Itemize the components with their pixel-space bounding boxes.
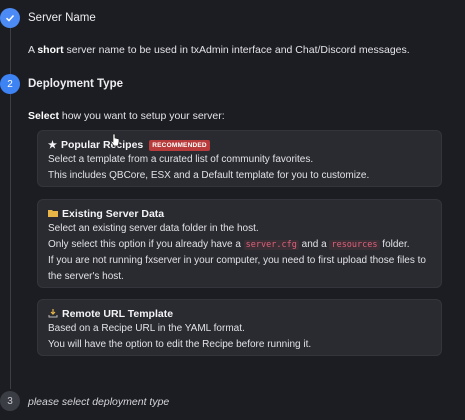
option-line: If you are not running fxserver in your … xyxy=(48,255,426,266)
star-icon: ★ xyxy=(48,139,57,151)
option-line: the server's host. xyxy=(48,271,124,282)
description-bold: short xyxy=(37,44,64,56)
instruction-text: how you want to setup your server: xyxy=(58,110,225,122)
option-line: You will have the option to edit the Rec… xyxy=(48,339,312,350)
option-text: Only select this option if you already h… xyxy=(48,239,244,250)
existing-server-data-option[interactable]: Existing Server Data Select an existing … xyxy=(37,199,442,288)
option-title: Remote URL Template xyxy=(62,308,174,320)
option-line: Based on a Recipe URL in the YAML format… xyxy=(48,323,245,334)
step-1-title[interactable]: Server Name xyxy=(28,12,96,24)
recommended-badge: RECOMMENDED xyxy=(149,139,210,151)
popular-recipes-option[interactable]: ★ Popular Recipes RECOMMENDED Select a t… xyxy=(37,130,442,187)
option-title: Popular Recipes xyxy=(60,139,144,151)
option-title: Existing Server Data xyxy=(62,208,165,220)
option-line: Only select this option if you already h… xyxy=(48,237,431,253)
deployment-wizard: Server Name A short server name to be us… xyxy=(0,0,465,420)
existing-server-data-title: Existing Server Data xyxy=(48,207,431,221)
instruction-bold: Select xyxy=(28,110,59,122)
step-2-title[interactable]: Deployment Type xyxy=(28,78,123,90)
description-text: A xyxy=(28,44,38,56)
option-line: Select a template from a curated list of… xyxy=(48,154,314,165)
description-text: server name to be used in txAdmin interf… xyxy=(63,44,410,56)
step-3-title: please select deployment type xyxy=(28,396,170,408)
step-complete-check-icon xyxy=(0,8,20,28)
mouse-pointer-icon xyxy=(110,133,120,147)
remote-url-template-option[interactable]: Remote URL Template Based on a Recipe UR… xyxy=(37,299,442,356)
option-line: This includes QBCore, ESX and a Default … xyxy=(48,170,370,181)
step-1-description: A short server name to be used in txAdmi… xyxy=(28,44,410,56)
server-cfg-code: server.cfg xyxy=(243,240,299,250)
step-rail xyxy=(10,28,11,75)
option-line: Select an existing server data folder in… xyxy=(48,223,259,234)
step-2-number: 2 xyxy=(0,74,20,94)
option-text: folder. xyxy=(379,239,410,250)
remote-url-template-title: Remote URL Template xyxy=(48,307,431,321)
download-icon xyxy=(48,308,58,321)
folder-icon xyxy=(48,208,58,220)
step-2-instruction: Select how you want to setup your server… xyxy=(28,110,225,122)
step-rail xyxy=(10,94,11,389)
resources-code: resources xyxy=(329,240,380,250)
option-text: and a xyxy=(298,239,330,250)
popular-recipes-title: ★ Popular Recipes RECOMMENDED xyxy=(48,138,431,152)
step-3-number: 3 xyxy=(0,391,20,411)
